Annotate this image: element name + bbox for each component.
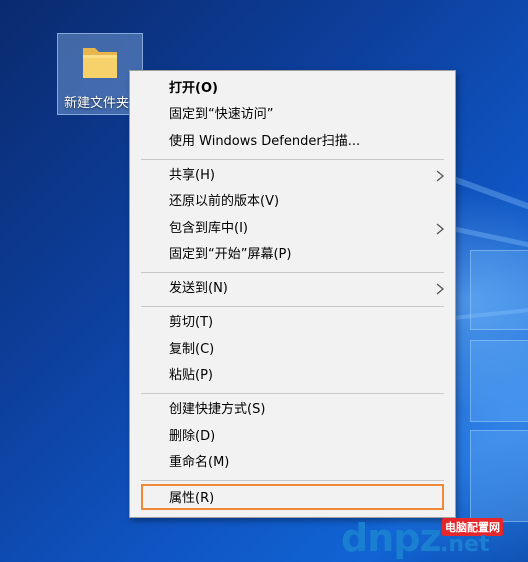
- menu-separator: [141, 393, 444, 395]
- menu-separator: [141, 306, 444, 308]
- menu-item-label: 复制(C): [169, 341, 215, 357]
- menu-item[interactable]: 固定到“开始”屏幕(P): [130, 242, 455, 268]
- menu-item[interactable]: 剪切(T): [130, 310, 455, 336]
- menu-item[interactable]: 删除(D): [130, 424, 455, 450]
- menu-item-label: 使用 Windows Defender扫描...: [169, 133, 361, 149]
- watermark-tld: .net: [440, 532, 490, 557]
- wallpaper-window-pane: [470, 250, 528, 330]
- menu-item[interactable]: 粘贴(P): [130, 363, 455, 389]
- menu-item-label: 固定到“快速访问”: [169, 107, 274, 123]
- menu-item[interactable]: 创建快捷方式(S): [130, 397, 455, 423]
- menu-item[interactable]: 包含到库中(I): [130, 216, 455, 242]
- menu-item-label: 属性(R): [169, 491, 215, 507]
- menu-item-label: 还原以前的版本(V): [169, 194, 280, 210]
- chevron-right-icon: [436, 170, 445, 182]
- chevron-right-icon: [436, 283, 445, 295]
- menu-item[interactable]: 固定到“快速访问”: [130, 102, 455, 128]
- menu-item[interactable]: 重命名(M): [130, 450, 455, 476]
- chevron-right-icon: [436, 223, 445, 234]
- menu-item[interactable]: 使用 Windows Defender扫描...: [130, 129, 455, 155]
- context-menu: 打开(O) 固定到“快速访问” 使用 Windows Defender扫描... 共享…: [129, 70, 456, 518]
- wallpaper-window-pane: [470, 430, 528, 522]
- menu-separator: [141, 480, 444, 482]
- menu-item-label: 共享(H): [169, 167, 215, 183]
- watermark: dnpz 电脑配置网 .net: [341, 512, 528, 562]
- menu-item[interactable]: 发送到(N): [130, 276, 455, 302]
- menu-separator: [141, 158, 444, 160]
- menu-item-label: 创建快捷方式(S): [169, 402, 266, 418]
- menu-item[interactable]: 打开(O): [130, 76, 455, 102]
- menu-item[interactable]: 共享(H): [130, 163, 455, 189]
- menu-item-label: 粘贴(P): [169, 368, 213, 383]
- menu-item-label: 打开(O): [169, 81, 218, 96]
- wallpaper-window-pane: [470, 340, 528, 422]
- menu-item[interactable]: 还原以前的版本(V): [130, 189, 455, 215]
- menu-separator: [141, 272, 444, 274]
- menu-item-label: 重命名(M): [169, 454, 230, 470]
- menu-item-label: 包含到库中(I): [169, 220, 248, 236]
- menu-item-label: 删除(D): [169, 428, 216, 444]
- folder-icon: [83, 48, 117, 78]
- menu-item-label: 剪切(T): [169, 315, 214, 331]
- menu-item[interactable]: 属性(R): [141, 484, 444, 511]
- menu-item-label: 固定到“开始”屏幕(P): [169, 246, 292, 262]
- menu-item-label: 发送到(N): [169, 281, 228, 297]
- watermark-letters: dnpz: [341, 516, 442, 560]
- menu-item[interactable]: 复制(C): [130, 337, 455, 363]
